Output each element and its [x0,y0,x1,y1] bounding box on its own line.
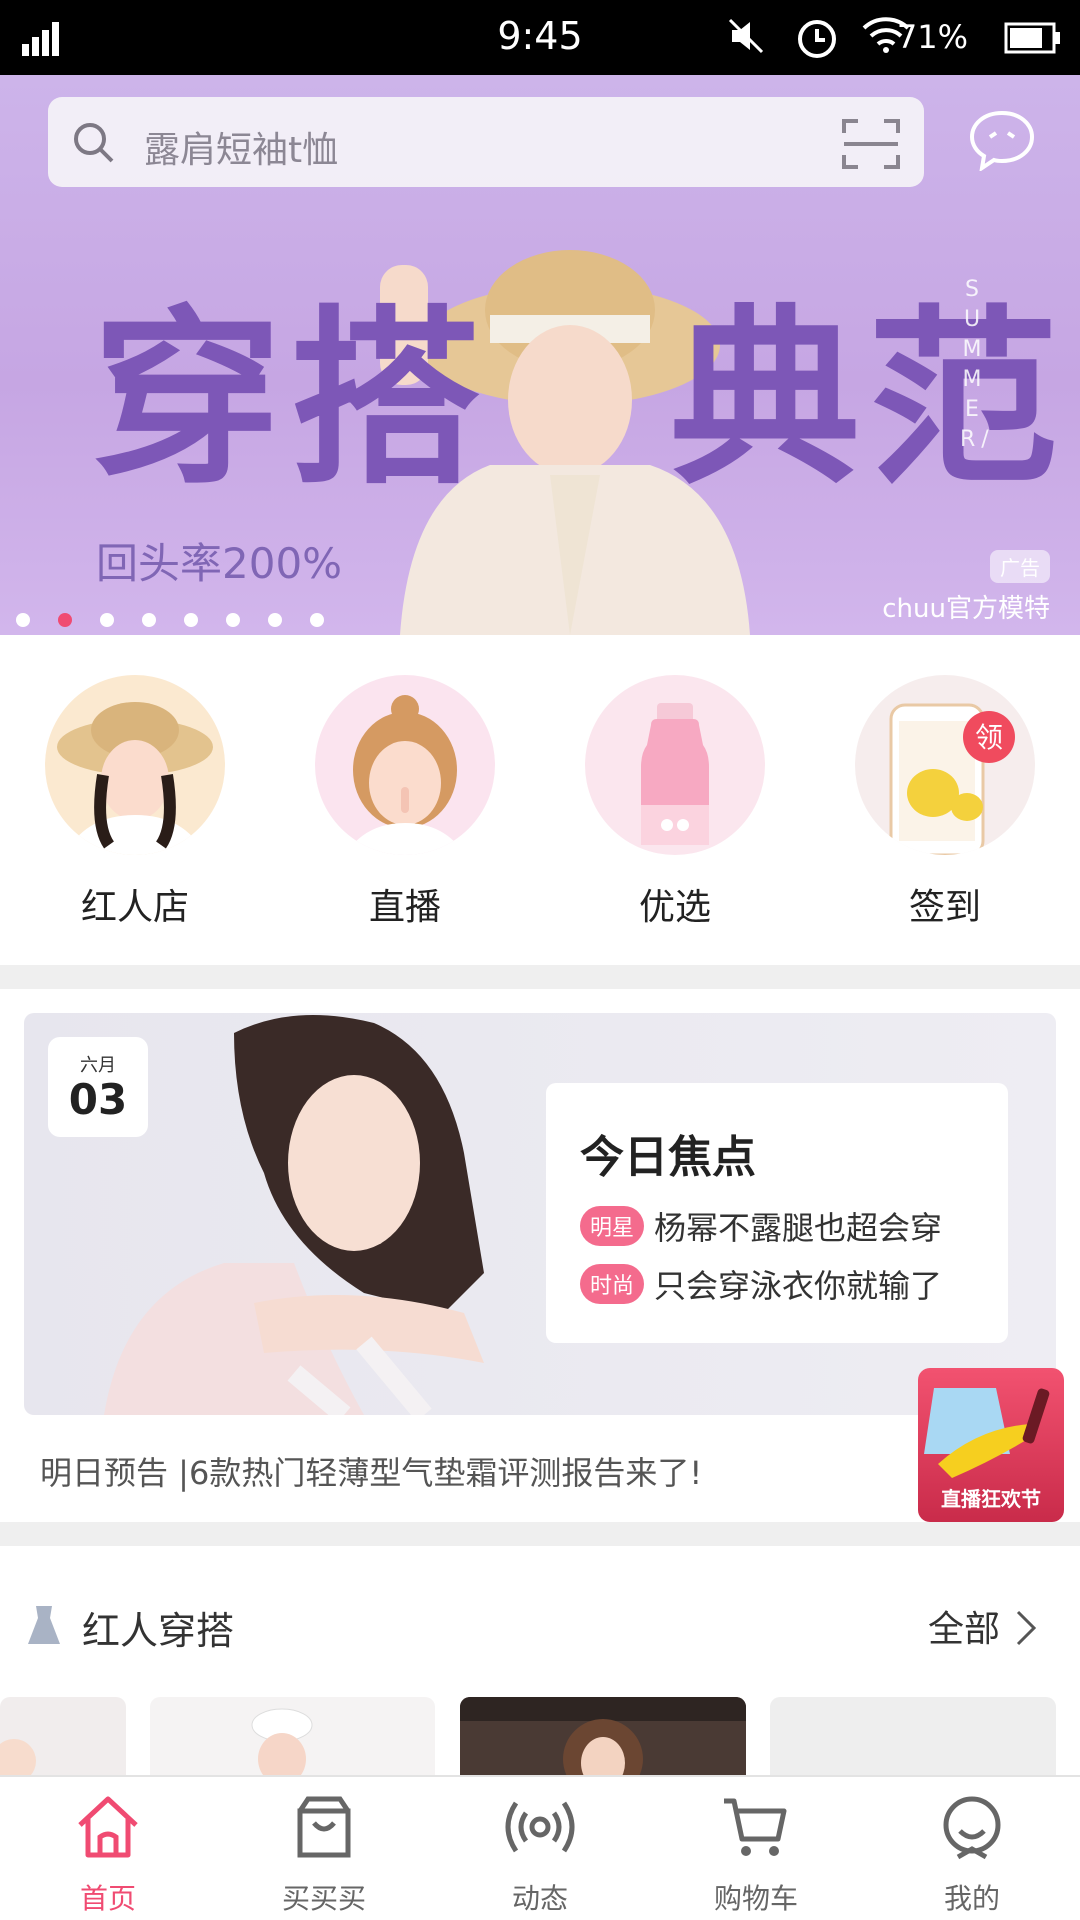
carousel-dot[interactable] [268,613,282,627]
carousel-dot[interactable] [58,613,72,627]
cart-icon [724,1798,787,1856]
carousel-dot[interactable] [16,613,30,627]
profile-icon [943,1796,1001,1860]
focus-item-text: 杨幂不露腿也超会穿 [654,1209,943,1247]
focus-panel: 今日焦点 明星 杨幂不露腿也超会穿 时尚 只会穿泳衣你就输了 [546,1083,1008,1343]
tomorrow-preview[interactable]: 明日预告 |6款热门轻薄型气垫霜评测报告来了! [40,1448,702,1494]
banner-subline: 回头率200% [96,539,343,588]
tab-cart[interactable]: 购物车 [681,1791,831,1916]
mute-icon [728,18,764,54]
carousel-dot[interactable] [226,613,240,627]
tab-label: 我的 [943,1882,1000,1915]
broadcast-icon [505,1801,575,1853]
tab-shop[interactable]: 买买买 [249,1791,399,1916]
tab-label: 购物车 [713,1882,798,1915]
focus-item[interactable]: 明星 杨幂不露腿也超会穿 [580,1203,942,1249]
signin-image: 领 [855,675,1035,855]
live-festival-badge[interactable]: 直播狂欢节 [918,1368,1064,1522]
category-signin[interactable]: 领 签到 [855,675,1035,928]
promo-banner[interactable]: 露肩短袖t恤 穿搭 典范 回头率200% SUMMER/ 广告 chuu官方模特 [0,75,1080,635]
bottom-tab-bar: 首页 买买买 动态 购物车 我的 [0,1775,1080,1920]
banner-credit: chuu官方模特 [882,594,1050,624]
focus-tag: 明星 [580,1206,645,1246]
home-icon [78,1796,138,1858]
outfit-thumb[interactable] [460,1697,746,1777]
banner-headline-left: 穿搭 [92,289,489,510]
live-badge-label: 直播狂欢节 [941,1487,1041,1511]
live-image [315,675,495,855]
outfit-thumb[interactable] [770,1697,1056,1777]
alarm-icon [798,20,836,58]
section-divider [0,965,1080,989]
category-label: 直播 [368,887,441,928]
tab-profile[interactable]: 我的 [897,1791,1047,1916]
scan-icon[interactable] [842,119,900,169]
outfit-thumb[interactable] [150,1697,435,1777]
banner-vertical-text: SUMMER/ [960,277,995,452]
chevron-right-icon[interactable] [1014,1608,1038,1648]
shopping-bag-icon [297,1796,351,1858]
date-box: 六月 03 [48,1037,148,1137]
category-label: 优选 [638,887,711,928]
carousel-dot[interactable] [142,613,156,627]
focus-item[interactable]: 时尚 只会穿泳衣你就输了 [580,1261,942,1307]
category-live[interactable]: 直播 [315,675,495,928]
tab-home[interactable]: 首页 [33,1791,183,1916]
signin-badge: 领 [975,721,1003,754]
view-all-link[interactable]: 全部 [928,1600,1000,1652]
section-divider [0,1522,1080,1546]
category-youxuan[interactable]: 优选 [585,675,765,928]
youxuan-image [585,675,765,855]
dress-icon [28,1606,60,1644]
status-bar: 9:45 71% [0,0,1080,75]
category-label: 签到 [908,887,981,928]
outfit-thumb[interactable] [0,1697,126,1777]
search-bar[interactable]: 露肩短袖t恤 [48,97,924,187]
message-icon[interactable] [968,109,1036,171]
focus-title: 今日焦点 [580,1132,756,1183]
date-day: 03 [68,1075,128,1124]
tab-label: 首页 [79,1882,136,1915]
banner-headline-right: 典范 [670,289,1067,510]
hongrendian-image [45,675,225,855]
carousel-dot[interactable] [184,613,198,627]
focus-item-text: 只会穿泳衣你就输了 [654,1267,943,1305]
search-icon [74,123,114,163]
section-title: 红人穿搭 [82,1609,235,1653]
focus-tag: 时尚 [580,1264,645,1304]
section-header: 红人穿搭 全部 [0,1600,1080,1660]
tab-label: 买买买 [281,1882,366,1915]
category-hongrendian[interactable]: 红人店 [45,675,225,928]
search-placeholder: 露肩短袖t恤 [144,130,339,171]
date-month: 六月 [80,1055,116,1076]
battery-percent: 71% [896,18,968,56]
tab-label: 动态 [511,1882,568,1915]
carousel-dot[interactable] [100,613,114,627]
carousel-dot[interactable] [310,613,324,627]
category-label: 红人店 [80,887,189,928]
today-focus-card[interactable]: 六月 03 今日焦点 明星 杨幂不露腿也超会穿 时尚 只会穿泳衣你就输了 [24,1013,1056,1415]
tab-feed[interactable]: 动态 [465,1791,615,1916]
ad-tag: 广告 [990,550,1050,583]
battery-icon [1004,22,1060,54]
